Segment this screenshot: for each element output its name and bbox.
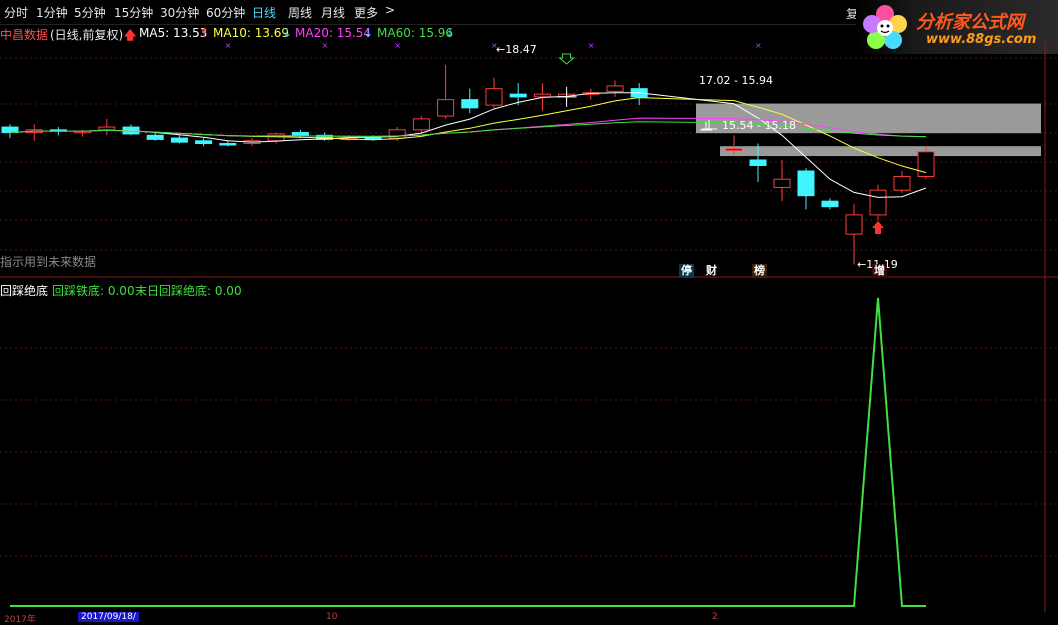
candle-body <box>821 200 839 208</box>
candle-body <box>773 178 791 188</box>
ma10-label: MA10: 13.69 <box>213 26 290 40</box>
tab-3[interactable]: 15分钟 <box>114 4 153 21</box>
cross-marker-icon: × <box>322 42 329 50</box>
cross-marker-icon: × <box>225 42 232 50</box>
candle-body <box>219 143 237 146</box>
down-arrow-icon <box>558 53 575 65</box>
candle-body <box>98 126 116 131</box>
tab-1[interactable]: 1分钟 <box>36 4 68 21</box>
event-list[interactable]: 榜 <box>752 264 767 278</box>
chart-mode: (日线,前复权) <box>50 28 124 42</box>
candle-body <box>917 151 935 177</box>
candle-body <box>170 137 188 143</box>
cross-marker-icon: × <box>588 42 595 50</box>
tab-5[interactable]: 60分钟 <box>206 4 245 21</box>
candle-body <box>869 189 887 216</box>
zone2-label: 15.54 - 15.18 <box>722 119 796 132</box>
logo-brand: 分析家公式网 <box>916 12 1024 33</box>
ma60-label: MA60: 15.96 <box>377 26 454 40</box>
ma20-arrow-icon: ↓ <box>363 26 374 40</box>
tab-9[interactable]: 更多 <box>354 4 378 21</box>
candle-body <box>725 148 743 152</box>
tab-8[interactable]: 月线 <box>321 4 345 21</box>
lower-signal-line <box>10 297 926 607</box>
ma5-label: MA5: 13.53 <box>139 26 208 40</box>
ma5-arrow-icon: ↑ <box>199 26 210 40</box>
cross-marker-icon: × <box>394 42 401 50</box>
stock-name: 中昌数据 <box>0 28 49 42</box>
candle-body <box>412 118 430 131</box>
candle-body <box>797 170 815 197</box>
low-arrow-icon: ← <box>857 258 867 271</box>
event-increase[interactable]: 增 <box>872 264 887 278</box>
ma60-arrow-icon: ↓ <box>445 26 456 40</box>
candle-body <box>461 99 479 109</box>
candle-body <box>606 85 624 92</box>
candle-body <box>845 214 863 235</box>
event-suspend[interactable]: 停 <box>679 264 694 278</box>
lower-indicator-chart[interactable] <box>0 278 1058 612</box>
candle-body <box>749 159 767 166</box>
event-finance[interactable]: 财 <box>704 264 719 278</box>
tab-7[interactable]: 周线 <box>288 4 312 21</box>
tab-0[interactable]: 分时 <box>4 4 28 21</box>
time-axis: 2017年 10 2 <box>0 612 1058 625</box>
ma20-label: MA20: 15.54 <box>295 26 372 40</box>
high-label: ←18.47 <box>496 43 537 56</box>
zone1-label: 17.02 - 15.94 <box>699 74 773 87</box>
tab-6[interactable]: 日线 <box>252 4 276 21</box>
up-arrow-icon <box>872 221 884 234</box>
axis-month-2: 2 <box>712 612 718 622</box>
candle-body <box>437 99 455 117</box>
tab-4[interactable]: 30分钟 <box>160 4 199 21</box>
high-value: 18.47 <box>505 43 537 56</box>
candle-body <box>893 175 911 191</box>
date-cursor-tag: 2017/09/18/ <box>78 612 139 622</box>
resistance-zone-2 <box>720 146 1041 157</box>
axis-month-10: 10 <box>326 612 338 622</box>
candle-body <box>533 93 551 98</box>
candle-body <box>1 126 19 134</box>
candle-body <box>485 88 503 106</box>
high-arrow-icon: ← <box>496 43 506 56</box>
future-data-note: 指示用到未来数据 <box>0 255 97 269</box>
chevron-right-icon[interactable]: > <box>385 3 395 17</box>
cross-marker-icon: × <box>755 42 762 50</box>
tab-2[interactable]: 5分钟 <box>74 4 106 21</box>
axis-year: 2017年 <box>4 615 36 625</box>
candle-body <box>146 134 164 140</box>
candle-body <box>291 132 309 136</box>
indicator-info-bar: 中昌数据 (日线,前复权) 🡅 MA5: 13.53 ↑ MA10: 13.69… <box>0 24 850 42</box>
candle-body <box>195 140 213 145</box>
kline-chart[interactable]: × ×× × × × <box>0 42 1058 278</box>
candle-body <box>509 93 527 98</box>
ma10-arrow-icon: ↓ <box>282 26 293 40</box>
